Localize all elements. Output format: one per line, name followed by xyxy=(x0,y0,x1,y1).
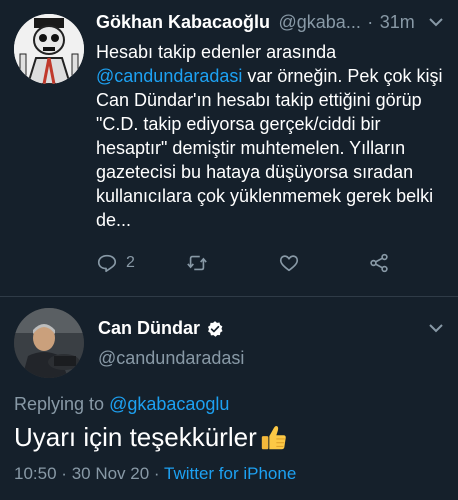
separator-dot: · xyxy=(61,464,67,483)
share-icon xyxy=(370,253,388,273)
author-handle[interactable]: @gkaba... xyxy=(279,12,361,32)
tweet-date[interactable]: 30 Nov 20 xyxy=(72,464,150,483)
reply-text: Uyarı için teşekkürler xyxy=(14,422,257,452)
retweet-button[interactable] xyxy=(186,252,208,274)
verified-badge-icon xyxy=(207,320,223,337)
tweet-time[interactable]: 31m xyxy=(380,12,415,32)
avatar-can-dundar[interactable] xyxy=(14,308,84,378)
skeleton-avatar-image xyxy=(14,14,84,84)
tweet-body: Hesabı takip edenler arasında @candundar… xyxy=(96,40,446,232)
tweet-text-end: var örneğin. Pek çok kişi Can Dündar'ın … xyxy=(96,66,443,230)
separator-dot: · xyxy=(367,12,374,32)
reply-author-handle[interactable]: @candundaradasi xyxy=(98,348,244,369)
tweet-header: Gökhan Kabacaoğlu @gkaba... · 31m xyxy=(96,12,448,38)
share-button[interactable] xyxy=(368,252,390,274)
heart-icon xyxy=(279,255,299,272)
reply-count: 2 xyxy=(126,254,135,271)
tweet-actions: 2 xyxy=(96,252,396,282)
replying-to-link[interactable]: @gkabacaoglu xyxy=(109,394,229,414)
tweet-reply[interactable]: Can Dündar @candundaradasi Replying to @… xyxy=(0,296,458,500)
like-button[interactable] xyxy=(278,252,300,274)
mention-link[interactable]: @candundaradasi xyxy=(96,66,242,86)
replying-label: Replying to xyxy=(14,394,110,414)
separator-dot: · xyxy=(153,464,160,483)
reply-author[interactable]: Can Dündar xyxy=(98,318,224,339)
chevron-down-icon[interactable] xyxy=(428,322,444,334)
person-avatar-image xyxy=(14,308,84,378)
tweet-text-start: Hesabı takip edenler arasında xyxy=(96,42,337,62)
tweet-source-link[interactable]: Twitter for iPhone xyxy=(164,464,296,483)
reply-button[interactable]: 2 xyxy=(96,252,135,274)
tweet-time[interactable]: 10:50 xyxy=(14,464,57,483)
chevron-down-icon[interactable] xyxy=(428,16,444,28)
reply-icon xyxy=(97,254,117,273)
author-name[interactable]: Gökhan Kabacaoğlu xyxy=(96,12,270,32)
replying-to-line: Replying to @gkabacaoglu xyxy=(14,394,229,415)
reply-body: Uyarı için teşekkürler xyxy=(14,422,289,453)
retweet-icon xyxy=(187,255,207,271)
author-name[interactable]: Can Dündar xyxy=(98,318,200,339)
thumbs-up-icon xyxy=(261,425,286,449)
tweet-meta: 10:50 · 30 Nov 20 · Twitter for iPhone xyxy=(14,464,296,484)
tweet-original[interactable]: Gökhan Kabacaoğlu @gkaba... · 31m Hesabı… xyxy=(0,0,458,297)
avatar-gokhan[interactable] xyxy=(14,14,84,84)
